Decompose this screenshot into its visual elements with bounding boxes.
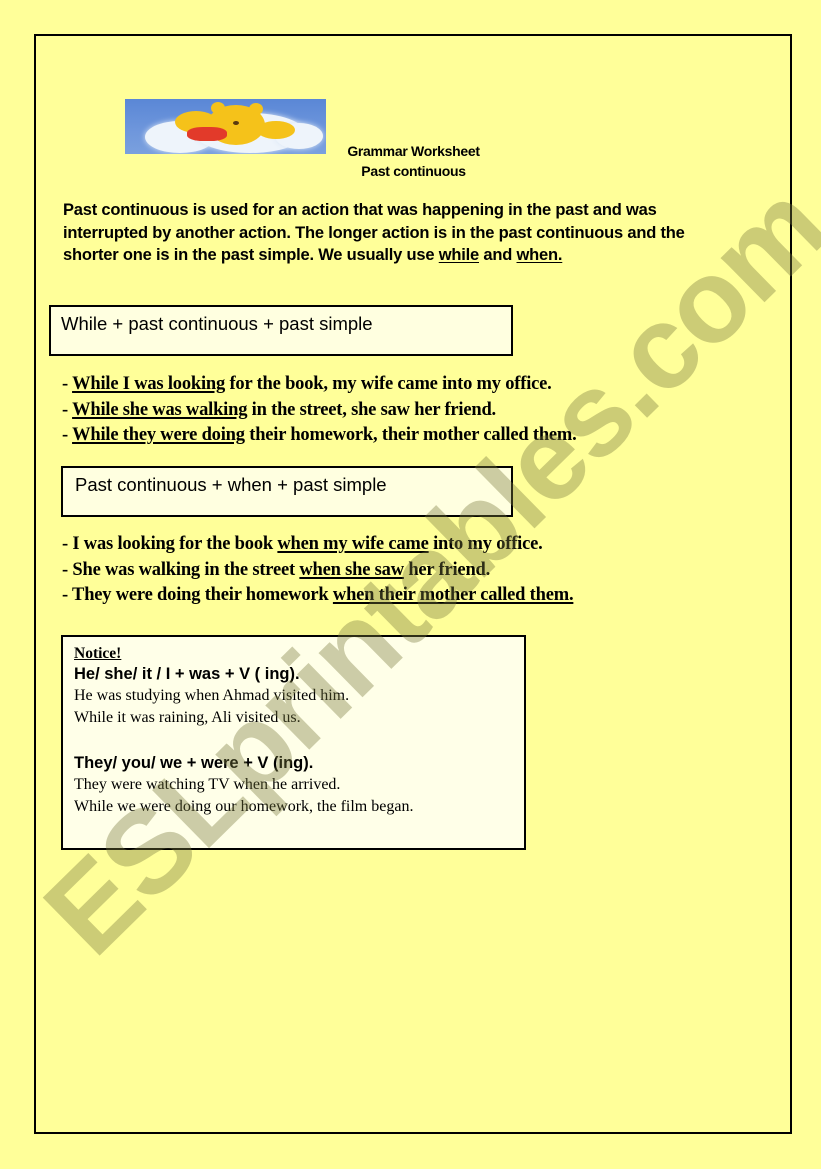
notice-plural-rule: They/ you/ we + were + V (ing). bbox=[74, 754, 314, 772]
worksheet-title-block: Grammar Worksheet Past continuous bbox=[326, 141, 501, 181]
notice-example: While we were doing our homework, the fi… bbox=[74, 797, 414, 815]
notice-example: They were watching TV when he arrived. bbox=[74, 776, 341, 793]
notice-box: Notice! He/ she/ it / I + was + V ( ing)… bbox=[61, 635, 526, 850]
underlined-clause: when their mother called them. bbox=[332, 585, 574, 605]
bullet-dash: - bbox=[62, 374, 73, 394]
example-rest: for the book, my wife came into my offic… bbox=[225, 374, 552, 394]
rule-when-text: Past continuous + when + past simple bbox=[75, 474, 387, 495]
example-line: - She was walking in the street when she… bbox=[62, 558, 742, 584]
underlined-clause: While they were doing bbox=[72, 425, 245, 445]
when-examples: - I was looking for the book when my wif… bbox=[62, 532, 742, 609]
pooh-ear bbox=[249, 103, 263, 115]
keyword-while: while bbox=[438, 246, 479, 264]
example-before: - She was walking in the street bbox=[62, 559, 300, 580]
worksheet-title: Grammar Worksheet bbox=[347, 143, 480, 159]
worksheet-subtitle: Past continuous bbox=[361, 163, 466, 179]
notice-title: Notice! bbox=[74, 645, 122, 662]
example-rest: their homework, their mother called them… bbox=[244, 425, 577, 445]
rule-box-while: While + past continuous + past simple bbox=[49, 305, 513, 356]
example-line: - While I was looking for the book, my w… bbox=[62, 372, 742, 398]
underlined-clause: While I was looking bbox=[72, 374, 226, 394]
pooh-paw bbox=[257, 121, 295, 139]
example-after: into my office. bbox=[428, 534, 543, 554]
underlined-clause: when my wife came bbox=[277, 534, 429, 554]
bullet-dash: - bbox=[62, 425, 73, 445]
example-line: - While she was walking in the street, s… bbox=[62, 398, 742, 424]
pooh-shirt bbox=[187, 127, 227, 141]
notice-example: He was studying when Ahmad visited him. bbox=[74, 687, 350, 704]
example-before: - I was looking for the book bbox=[62, 534, 278, 554]
keyword-when: when. bbox=[516, 246, 563, 264]
while-examples: - While I was looking for the book, my w… bbox=[62, 372, 742, 449]
pooh-ear bbox=[211, 102, 225, 114]
example-line: - I was looking for the book when my wif… bbox=[62, 532, 742, 558]
bullet-dash: - bbox=[62, 399, 73, 420]
rule-while-text: While + past continuous + past simple bbox=[61, 313, 373, 334]
example-before: - They were doing their homework bbox=[62, 585, 333, 605]
pooh-header-image bbox=[125, 99, 326, 154]
intro-connector: and bbox=[479, 246, 517, 264]
example-line: - While they were doing their homework, … bbox=[62, 423, 742, 449]
notice-example: While it was raining, Ali visited us. bbox=[74, 708, 301, 726]
example-line: - They were doing their homework when th… bbox=[62, 583, 742, 609]
example-after: her friend. bbox=[403, 559, 491, 580]
rule-box-when: Past continuous + when + past simple bbox=[61, 466, 513, 517]
underlined-clause: when she saw bbox=[299, 559, 404, 580]
underlined-clause: While she was walking bbox=[72, 399, 248, 420]
intro-paragraph: Past continuous is used for an action th… bbox=[63, 199, 733, 267]
example-rest: in the street, she saw her friend. bbox=[247, 399, 497, 420]
pooh-nose bbox=[233, 121, 239, 125]
intro-text: Past continuous is used for an action th… bbox=[63, 201, 685, 264]
notice-singular-rule: He/ she/ it / I + was + V ( ing). bbox=[74, 665, 300, 683]
